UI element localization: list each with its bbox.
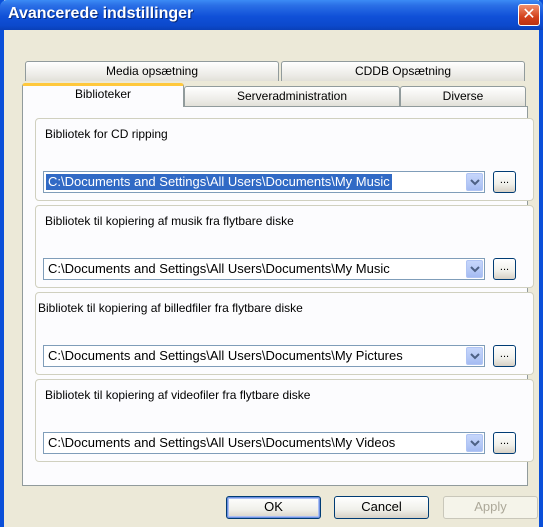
chevron-down-icon (470, 266, 480, 273)
apply-button[interactable]: Apply (443, 496, 538, 519)
folder-combo[interactable]: C:\Documents and Settings\All Users\Docu… (43, 258, 485, 280)
browse-button[interactable]: ... (493, 345, 516, 367)
tab-media-opsaetning[interactable]: Media opsætning (25, 61, 279, 81)
group-label: Bibliotek til kopiering af billedfiler f… (38, 301, 303, 315)
title-bar[interactable]: Avancerede indstillinger ✕ (0, 0, 543, 30)
tab-serveradministration[interactable]: Serveradministration (184, 86, 400, 106)
dropdown-button[interactable] (466, 434, 483, 452)
browse-button[interactable]: ... (493, 432, 516, 454)
group-videofiler-flytbare: Bibliotek til kopiering af videofiler fr… (35, 379, 534, 462)
group-billedfiler-flytbare: Bibliotek til kopiering af billedfiler f… (35, 292, 534, 375)
chevron-down-icon (470, 440, 480, 447)
tab-cddb-opsaetning[interactable]: CDDB Opsætning (281, 61, 525, 81)
chevron-down-icon (470, 179, 480, 186)
group-musik-flytbare: Bibliotek til kopiering af musik fra fly… (35, 205, 534, 288)
group-label: Bibliotek til kopiering af musik fra fly… (45, 214, 294, 228)
chevron-down-icon (470, 353, 480, 360)
dropdown-button[interactable] (466, 347, 483, 365)
combo-value: C:\Documents and Settings\All Users\Docu… (48, 348, 403, 363)
folder-combo[interactable]: C:\Documents and Settings\All Users\Docu… (43, 432, 485, 454)
window-title: Avancerede indstillinger (8, 5, 194, 22)
folder-combo[interactable]: C:\Documents and Settings\All Users\Docu… (43, 171, 485, 193)
combo-value: C:\Documents and Settings\All Users\Docu… (48, 435, 396, 450)
close-button[interactable]: ✕ (518, 4, 540, 26)
group-label: Bibliotek til kopiering af videofiler fr… (45, 388, 311, 402)
tab-diverse[interactable]: Diverse (400, 86, 526, 106)
cancel-button[interactable]: Cancel (334, 496, 429, 519)
ok-button[interactable]: OK (226, 496, 321, 519)
group-cd-ripping: Bibliotek for CD ripping C:\Documents an… (35, 118, 534, 201)
dropdown-button[interactable] (466, 173, 483, 191)
combo-value: C:\Documents and Settings\All Users\Docu… (46, 174, 392, 190)
browse-button[interactable]: ... (493, 258, 516, 280)
close-icon: ✕ (522, 6, 536, 23)
tab-biblioteker[interactable]: Biblioteker (22, 83, 184, 107)
dropdown-button[interactable] (466, 260, 483, 278)
folder-combo[interactable]: C:\Documents and Settings\All Users\Docu… (43, 345, 485, 367)
browse-button[interactable]: ... (493, 171, 516, 193)
group-label: Bibliotek for CD ripping (45, 127, 168, 141)
combo-value: C:\Documents and Settings\All Users\Docu… (48, 261, 390, 276)
